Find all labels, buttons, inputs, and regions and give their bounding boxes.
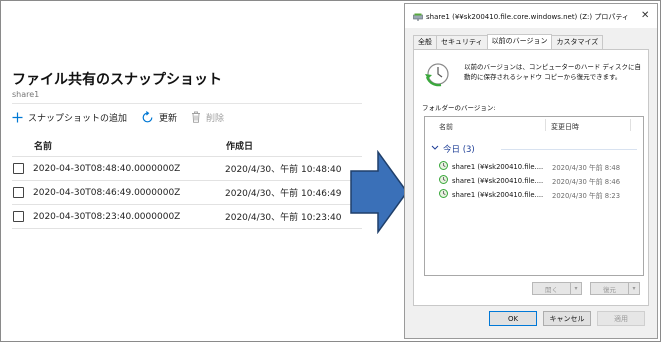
table-row[interactable]: 2020-04-30T08:46:49.0000000Z 2020/4/30、午… [12,180,362,204]
column-header-name[interactable]: 名前 [12,139,226,152]
snapshots-blade: ファイル共有のスナップショット share1 スナップショットの追加 更新 削除… [12,70,362,229]
row-checkbox[interactable] [13,211,24,222]
add-snapshot-label: スナップショットの追加 [28,113,128,124]
column-header-created[interactable]: 作成日 [226,139,253,152]
list-item[interactable]: share1 (¥¥sk200410.file.... 2020/4/30 午前… [439,189,620,200]
cancel-button[interactable]: キャンセル [543,311,591,326]
dialog-titlebar: share1 (¥¥sk200410.file.core.windows.net… [405,4,657,28]
version-name: share1 (¥¥sk200410.file.... [452,190,544,199]
table-header: 名前 作成日 [12,134,362,156]
group-label: 今日 (3) [443,145,475,155]
version-name: share1 (¥¥sk200410.file.... [452,176,544,185]
open-split-button[interactable]: 開く ▾ [532,282,582,295]
folder-versions-label: フォルダーのバージョン: [422,104,496,112]
row-checkbox[interactable] [13,163,24,174]
column-divider[interactable] [545,119,546,131]
dialog-tabs: 全般 セキュリティ 以前のバージョン カスタマイズ [413,34,604,50]
tab-security[interactable]: セキュリティ [436,35,488,49]
table-row[interactable]: 2020-04-30T08:48:40.0000000Z 2020/4/30、午… [12,156,362,180]
version-folder-icon [439,161,448,172]
tab-customize[interactable]: カスタマイズ [551,35,604,49]
delete-button[interactable]: 削除 [191,111,224,124]
version-date: 2020/4/30 午前 8:48 [552,163,621,172]
snapshot-name: 2020-04-30T08:23:40.0000000Z [33,211,181,222]
versions-list[interactable]: 名前 変更日時 今日 (3) share1 (¥¥sk200410.file..… [424,116,644,276]
add-snapshot-button[interactable]: スナップショットの追加 [12,111,127,124]
apply-button[interactable]: 適用 [597,311,645,326]
properties-dialog: share1 (¥¥sk200410.file.core.windows.net… [404,3,658,339]
restore-clock-icon [424,60,452,90]
previous-versions-info: 以前のバージョンは、コンピューターのハード ディスクに自動的に保存されるシャドウ… [464,63,641,81]
chevron-down-icon[interactable]: ▾ [570,283,581,294]
row-checkbox[interactable] [13,187,24,198]
snapshot-created: 2020/4/30、午前 10:48:40 [225,165,342,175]
version-date: 2020/4/30 午前 8:46 [552,177,621,186]
group-today[interactable]: 今日 (3) [431,143,475,155]
previous-versions-panel: 以前のバージョンは、コンピューターのハード ディスクに自動的に保存されるシャドウ… [413,49,649,306]
snapshot-name: 2020-04-30T08:46:49.0000000Z [33,187,181,198]
version-folder-icon [439,175,448,186]
version-date: 2020/4/30 午前 8:23 [552,191,621,200]
trash-icon [191,111,201,123]
tab-general[interactable]: 全般 [413,35,437,49]
close-icon[interactable]: ✕ [641,10,649,21]
refresh-icon [141,110,154,124]
list-item[interactable]: share1 (¥¥sk200410.file.... 2020/4/30 午前… [439,175,620,186]
group-divider [501,149,637,150]
page-title: ファイル共有のスナップショット [12,72,222,88]
version-folder-icon [439,189,448,200]
page-subtitle: share1 [12,90,40,99]
list-item[interactable]: share1 (¥¥sk200410.file.... 2020/4/30 午前… [439,161,620,172]
open-label: 開く [545,285,558,294]
column-header-modified[interactable]: 変更日時 [551,122,579,132]
plus-icon [12,112,23,123]
delete-label: 削除 [206,113,225,124]
tab-previous-versions[interactable]: 以前のバージョン [486,34,553,49]
refresh-button[interactable]: 更新 [141,110,178,124]
chevron-down-icon [431,144,439,154]
dialog-title: share1 (¥¥sk200410.file.core.windows.net… [426,13,629,21]
table-row[interactable]: 2020-04-30T08:23:40.0000000Z 2020/4/30、午… [12,204,362,229]
command-bar: スナップショットの追加 更新 削除 [12,103,362,130]
chevron-down-icon[interactable]: ▾ [628,283,639,294]
version-name: share1 (¥¥sk200410.file.... [452,162,544,171]
network-drive-icon [413,13,423,23]
refresh-label: 更新 [159,113,178,124]
snapshot-created: 2020/4/30、午前 10:23:40 [225,213,342,223]
snapshots-table: 名前 作成日 2020-04-30T08:48:40.0000000Z 2020… [12,134,362,229]
snapshot-name: 2020-04-30T08:48:40.0000000Z [33,163,181,174]
column-divider[interactable] [630,119,631,131]
right-arrow-icon [350,149,408,238]
ok-button[interactable]: OK [489,311,537,326]
restore-split-button[interactable]: 復元 ▾ [590,282,640,295]
snapshot-created: 2020/4/30、午前 10:46:49 [225,189,342,199]
restore-label: 復元 [603,285,616,294]
column-header-name[interactable]: 名前 [439,122,453,132]
